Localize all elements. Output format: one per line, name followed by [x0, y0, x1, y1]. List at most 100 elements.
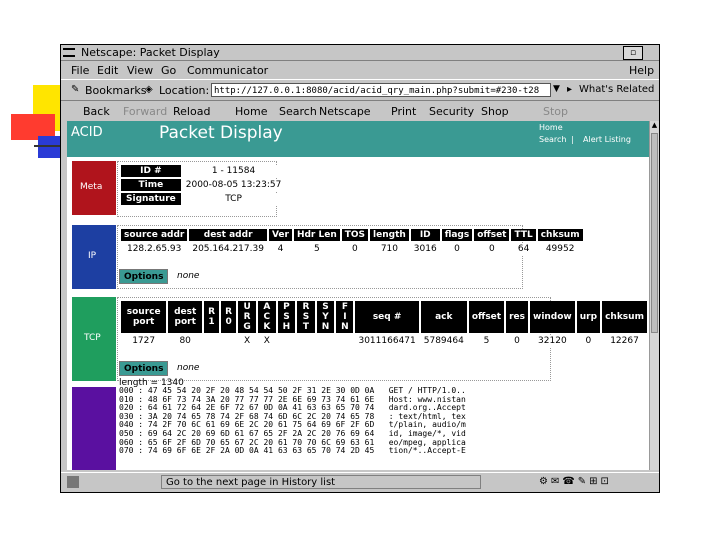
print-button[interactable]: Print	[391, 105, 416, 118]
ip-options-row: Options none	[119, 269, 259, 284]
tcp-value-9	[336, 335, 354, 347]
tcp-header-3: R 0	[221, 301, 237, 333]
tcp-value-1: 80	[168, 335, 203, 347]
alert-listing-link[interactable]: Alert Listing	[583, 135, 631, 144]
status-bar: Go to the next page in History list ⚙✉☎✎…	[61, 472, 659, 492]
ip-value-3: 5	[293, 243, 340, 255]
menu-file[interactable]: File	[71, 64, 89, 77]
title-bar: Netscape: Packet Display ▫	[61, 45, 659, 61]
bookmarks-button[interactable]: Bookmarks	[85, 84, 146, 97]
ip-header-2: Ver	[268, 229, 292, 241]
tcp-value-0: 1727	[121, 335, 167, 347]
window-menu-icon[interactable]	[63, 48, 75, 57]
ip-value-2: 4	[268, 243, 292, 255]
url-dropdown-icon[interactable]: ▼	[553, 84, 560, 94]
meta-table: ID #1 - 11584 Time 2000-08-05 13:23:57 Si…	[119, 163, 286, 207]
bookmark-icon[interactable]: ✎	[71, 84, 79, 95]
netscape-button[interactable]: Netscape	[319, 105, 371, 118]
table-row: ID #1 - 11584	[121, 165, 285, 177]
menu-help[interactable]: Help	[629, 64, 654, 77]
acid-header: ACID Packet Display Home Search | Alert …	[67, 121, 649, 157]
menu-view[interactable]: View	[127, 64, 153, 77]
ip-header-10: chksum	[537, 229, 583, 241]
table-row: Time 2000-08-05 13:23:57	[121, 179, 285, 191]
ip-band-label: IP	[88, 251, 97, 261]
whats-related-button[interactable]: What's Related	[579, 84, 654, 95]
ip-header-4: TOS	[341, 229, 369, 241]
reload-button[interactable]: Reload	[173, 105, 210, 118]
scroll-thumb[interactable]	[651, 133, 658, 333]
ip-value-4: 0	[341, 243, 369, 255]
tcp-value-16: 12267	[602, 335, 647, 347]
ip-value-9: 64	[511, 243, 536, 255]
vertical-scrollbar[interactable]: ▲	[649, 121, 659, 470]
menu-bar: File Edit View Go Communicator Help	[61, 62, 659, 78]
status-text: Go to the next page in History list	[161, 475, 481, 489]
tcp-header-6: P S H	[277, 301, 296, 333]
tcp-band: TCP	[72, 297, 116, 381]
tcp-value-2	[204, 335, 220, 347]
tcp-header-12: offset	[468, 301, 505, 333]
tcp-value-7	[297, 335, 315, 347]
location-bar: ✎ Bookmarks ◈ Location: http://127.0.0.1…	[61, 79, 659, 101]
page-title: Packet Display	[159, 123, 283, 143]
ip-value-8: 0	[474, 243, 510, 255]
scroll-up-icon[interactable]: ▲	[650, 121, 659, 131]
tcp-options-value: none	[177, 363, 200, 373]
browser-window: Netscape: Packet Display ▫ File Edit Vie…	[60, 44, 660, 493]
tcp-options-label: Options	[119, 361, 169, 376]
tcp-header-13: res	[506, 301, 528, 333]
tcp-value-12: 5	[468, 335, 505, 347]
ip-header-8: offset	[474, 229, 510, 241]
ip-table: source addr dest addr Ver Hdr Len TOS length I…	[119, 227, 585, 257]
meta-band-label: Meta	[80, 182, 103, 192]
ip-header-1: dest addr	[189, 229, 267, 241]
shop-button[interactable]: Shop	[481, 105, 509, 118]
search-link[interactable]: Search	[539, 135, 566, 144]
tcp-header-9: F I N	[336, 301, 354, 333]
ip-header-0: source addr	[121, 229, 188, 241]
stop-button[interactable]: Stop	[543, 105, 568, 118]
payload-dump: 000 : 47 45 54 20 2F 20 48 54 54 50 2F 3…	[119, 386, 547, 456]
home-button[interactable]: Home	[235, 105, 267, 118]
tcp-header-16: chksum	[602, 301, 647, 333]
forward-button[interactable]: Forward	[123, 105, 167, 118]
time-value: 2000-08-05 13:23:57	[182, 179, 285, 191]
netscape-status-icon	[67, 476, 79, 488]
tcp-header-1: dest port	[168, 301, 203, 333]
payload-line: 070 : 74 69 6F 6E 2F 2A 0D 0A 41 63 63 6…	[119, 446, 466, 456]
tcp-value-10: 3011166471	[355, 335, 419, 347]
ip-value-6: 3016	[410, 243, 440, 255]
tcp-header-15: urp	[576, 301, 601, 333]
page-content: ACID Packet Display Home Search | Alert …	[67, 121, 649, 470]
time-label: Time	[121, 179, 181, 191]
related-icon[interactable]: ▸	[567, 84, 572, 95]
signature-value: TCP	[182, 193, 285, 205]
menu-edit[interactable]: Edit	[97, 64, 118, 77]
ip-value-10: 49952	[537, 243, 583, 255]
decoration-line	[34, 145, 60, 147]
tcp-value-8	[316, 335, 335, 347]
tcp-band-label: TCP	[84, 333, 101, 343]
component-bar-icons[interactable]: ⚙✉☎✎⊞⊡	[539, 476, 612, 487]
ip-header-5: length	[370, 229, 409, 241]
tcp-header-11: ack	[420, 301, 467, 333]
ip-value-5: 710	[370, 243, 409, 255]
tcp-header-8: S Y N	[316, 301, 335, 333]
payload-band	[72, 387, 116, 470]
window-title: Netscape: Packet Display	[81, 46, 220, 59]
tcp-value-13: 0	[506, 335, 528, 347]
tcp-header-10: seq #	[355, 301, 419, 333]
menu-go[interactable]: Go	[161, 64, 176, 77]
window-maximize-icon[interactable]: ▫	[623, 46, 643, 60]
menu-communicator[interactable]: Communicator	[187, 64, 268, 77]
location-icon: ◈	[145, 84, 153, 95]
ip-value-7: 0	[441, 243, 473, 255]
security-button[interactable]: Security	[429, 105, 474, 118]
search-button[interactable]: Search	[279, 105, 317, 118]
tcp-header-7: R S T	[297, 301, 315, 333]
tcp-header-row: source port dest port R 1R 0U R GA C KP S …	[121, 301, 647, 333]
home-link[interactable]: Home	[539, 123, 563, 132]
url-input[interactable]: http://127.0.0.1:8080/acid/acid_qry_main…	[211, 83, 551, 97]
back-button[interactable]: Back	[83, 105, 110, 118]
